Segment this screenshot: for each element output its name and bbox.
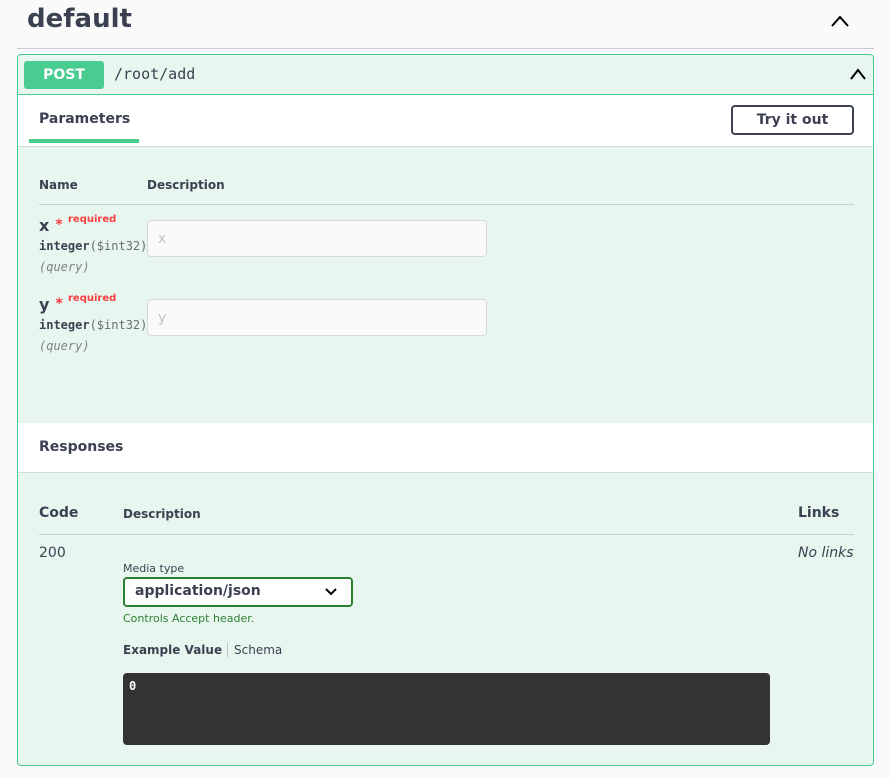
column-header-code: Code [39,505,79,521]
divider [39,204,854,205]
operation-path: /root/add [114,65,196,83]
chevron-up-icon[interactable] [849,67,867,81]
operation-block: POST /root/add Parameters Try it out Nam… [17,54,874,766]
responses-title: Responses [39,439,124,455]
column-header-links: Links [798,505,840,521]
parameters-header: Parameters Try it out [18,95,873,147]
operation-summary[interactable]: POST /root/add [18,55,873,95]
try-it-out-button[interactable]: Try it out [731,105,854,135]
param-in: (query) [39,339,90,353]
param-in: (query) [39,260,90,274]
column-header-description: Description [123,507,201,521]
column-header-name: Name [39,178,78,192]
param-name: y * [39,295,63,314]
tab-parameters[interactable]: Parameters [39,111,130,127]
column-header-description: Description [147,178,225,192]
divider [39,534,854,535]
media-type-label: Media type [123,562,185,575]
tab-schema[interactable]: Schema [234,643,282,657]
tab-underline [29,139,139,143]
param-format: ($int32) [89,318,148,332]
response-links: No links [798,545,854,561]
param-name-text: x [39,216,50,235]
param-name-text: y [39,295,50,314]
tab-example-value[interactable]: Example Value [123,643,222,657]
param-type-text: integer [39,318,90,332]
example-code-block: 0 [123,673,770,745]
param-type: integer($int32) [39,318,147,332]
required-label: required [68,214,117,225]
responses-header: Responses [18,423,873,473]
param-type: integer($int32) [39,239,147,253]
method-badge: POST [24,61,104,89]
media-type-value: application/json [135,583,261,599]
param-y-input[interactable] [147,299,487,336]
accept-header-note: Controls Accept header. [123,612,255,625]
param-x-input[interactable] [147,220,487,257]
param-format: ($int32) [89,239,148,253]
param-name: x * [39,216,63,235]
example-code-text: 0 [129,679,137,693]
required-star: * [55,296,63,312]
tab-separator [227,643,228,657]
chevron-up-icon[interactable] [830,14,850,28]
section-header[interactable]: default [17,0,874,49]
media-type-select[interactable]: application/json [123,577,353,607]
section-title: default [27,4,132,34]
chevron-down-icon [325,588,337,596]
required-star: * [55,217,63,233]
required-label: required [68,293,117,304]
response-code: 200 [39,545,66,561]
param-type-text: integer [39,239,90,253]
